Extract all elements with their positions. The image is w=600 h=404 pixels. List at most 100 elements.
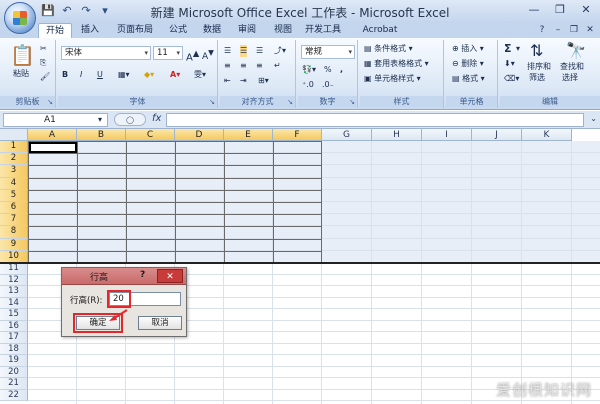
currency-icon[interactable]: 💱▾ <box>302 64 316 76</box>
insert-function-button[interactable]: fx <box>152 113 161 124</box>
column-header-j[interactable]: J <box>472 129 522 141</box>
tab-review[interactable]: 审阅 <box>232 23 262 38</box>
active-cell[interactable] <box>29 142 77 154</box>
row-header-5[interactable]: 5 <box>0 189 28 202</box>
align-left-icon[interactable]: ≡ <box>224 60 231 72</box>
clipboard-launcher-icon[interactable]: ↘ <box>47 98 53 106</box>
zoom-slider-icon[interactable]: ◯ <box>114 113 146 126</box>
column-header-i[interactable]: I <box>422 129 472 141</box>
shrink-font-icon[interactable]: A▼ <box>202 47 214 63</box>
find-select-label-2[interactable]: 选择 <box>562 72 578 84</box>
row-header-2[interactable]: 2 <box>0 153 28 166</box>
comma-button[interactable]: , <box>340 64 343 76</box>
merge-center-icon[interactable]: ⊞▾ <box>258 75 269 87</box>
cell-styles-button[interactable]: ▣ 单元格样式 ▾ <box>364 73 421 85</box>
autosum-dropdown-icon[interactable]: ▾ <box>516 43 520 55</box>
row-header-21[interactable]: 21 <box>0 378 28 390</box>
ribbon-minimize-icon[interactable]: – <box>552 24 564 36</box>
bold-button[interactable]: B <box>62 69 68 81</box>
tab-insert[interactable]: 插入 <box>76 23 104 38</box>
align-middle-icon[interactable]: ☰ <box>240 45 248 57</box>
font-name-select[interactable]: 宋体 ▾ <box>61 46 151 60</box>
row-header-15[interactable]: 15 <box>0 309 28 321</box>
column-header-h[interactable]: H <box>372 129 422 141</box>
column-header-b[interactable]: B <box>77 129 126 141</box>
tab-home[interactable]: 开始 <box>38 23 72 38</box>
underline-button[interactable]: U <box>97 69 103 81</box>
row-header-4[interactable]: 4 <box>0 177 28 190</box>
conditional-format-button[interactable]: ▤ 条件格式 ▾ <box>364 43 413 55</box>
wrap-text-icon[interactable]: ↵ <box>274 60 281 72</box>
row-header-9[interactable]: 9 <box>0 238 28 251</box>
tab-developer[interactable]: 开发工具 <box>302 23 344 38</box>
alignment-launcher-icon[interactable]: ↘ <box>287 98 293 106</box>
row-header-16[interactable]: 16 <box>0 320 28 332</box>
align-bottom-icon[interactable]: ☰ <box>256 45 263 57</box>
cancel-button[interactable]: 取消 <box>138 316 182 330</box>
increase-decimal-icon[interactable]: ⁺.0 <box>302 79 314 91</box>
autosum-button[interactable]: Σ <box>504 43 512 55</box>
fill-icon[interactable]: ⬇▾ <box>504 58 515 70</box>
dialog-close-button[interactable]: ✕ <box>157 269 183 283</box>
sort-filter-icon[interactable]: ⇅ <box>530 42 543 60</box>
column-header-d[interactable]: D <box>175 129 224 141</box>
column-header-k[interactable]: K <box>522 129 572 141</box>
name-box-dropdown-icon[interactable]: ▾ <box>98 114 102 126</box>
formula-input[interactable] <box>166 113 584 127</box>
row-header-18[interactable]: 18 <box>0 343 28 355</box>
font-launcher-icon[interactable]: ↘ <box>209 98 215 106</box>
sort-filter-label-2[interactable]: 筛选 <box>529 72 545 84</box>
row-header-8[interactable]: 8 <box>0 226 28 239</box>
column-header-c[interactable]: C <box>126 129 175 141</box>
format-as-table-button[interactable]: ▦ 套用表格格式 ▾ <box>364 58 429 70</box>
phonetic-icon[interactable]: 雯▾ <box>194 69 206 81</box>
tab-acrobat[interactable]: Acrobat <box>358 23 402 38</box>
tab-page-layout[interactable]: 页面布局 <box>110 23 160 38</box>
row-header-17[interactable]: 17 <box>0 332 28 344</box>
column-header-g[interactable]: G <box>322 129 372 141</box>
decrease-decimal-icon[interactable]: .0₋ <box>322 79 334 91</box>
select-all-corner[interactable] <box>0 129 28 141</box>
italic-button[interactable]: I <box>80 69 82 81</box>
decrease-indent-icon[interactable]: ⇤ <box>224 75 231 87</box>
ribbon-restore-icon[interactable]: ❐ <box>568 24 580 36</box>
dialog-help-button[interactable]: ? <box>140 270 145 280</box>
grow-font-icon[interactable]: A▲ <box>186 47 199 64</box>
border-icon[interactable]: ▦▾ <box>118 69 130 81</box>
number-format-select[interactable]: 常规 ▾ <box>301 45 355 59</box>
row-header-3[interactable]: 3 <box>0 165 28 178</box>
cut-icon[interactable]: ✂ <box>40 43 47 55</box>
row-header-7[interactable]: 7 <box>0 214 28 227</box>
find-select-icon[interactable]: 🔭 <box>566 42 586 60</box>
row-header-1[interactable]: 1 <box>0 141 28 154</box>
column-header-f[interactable]: F <box>273 129 322 141</box>
column-header-e[interactable]: E <box>224 129 273 141</box>
format-cells-button[interactable]: ▤ 格式 ▾ <box>452 73 485 85</box>
column-header-a[interactable]: A <box>28 129 77 141</box>
office-button[interactable] <box>4 2 36 34</box>
align-center-icon[interactable]: ≡ <box>240 60 247 72</box>
row-header-12[interactable]: 12 <box>0 274 28 286</box>
format-painter-icon[interactable]: 🖌 <box>40 71 50 83</box>
ribbon-close-icon[interactable]: ✕ <box>584 24 596 36</box>
row-header-19[interactable]: 19 <box>0 355 28 367</box>
row-header-20[interactable]: 20 <box>0 366 28 378</box>
tab-formulas[interactable]: 公式 <box>164 23 192 38</box>
number-launcher-icon[interactable]: ↘ <box>349 98 355 106</box>
row-header-11[interactable]: 11 <box>0 263 28 275</box>
font-size-select[interactable]: 11 ▾ <box>153 46 183 60</box>
align-right-icon[interactable]: ≡ <box>256 60 263 72</box>
insert-cells-button[interactable]: ⊕ 插入 ▾ <box>452 43 484 55</box>
restore-icon[interactable]: ❐ <box>552 3 568 17</box>
tab-data[interactable]: 数据 <box>198 23 226 38</box>
name-box[interactable]: A1 <box>3 113 108 127</box>
expand-formula-bar-icon[interactable]: ⌄ <box>590 114 597 123</box>
help-icon[interactable]: ? <box>536 24 548 36</box>
paste-icon[interactable]: 📋 <box>10 44 35 66</box>
tab-view[interactable]: 视图 <box>268 23 298 38</box>
row-header-6[interactable]: 6 <box>0 202 28 215</box>
row-header-22[interactable]: 22 <box>0 389 28 401</box>
percent-button[interactable]: % <box>324 64 332 76</box>
paste-button[interactable]: 粘贴 <box>13 68 29 80</box>
font-color-icon[interactable]: A▾ <box>170 69 180 81</box>
